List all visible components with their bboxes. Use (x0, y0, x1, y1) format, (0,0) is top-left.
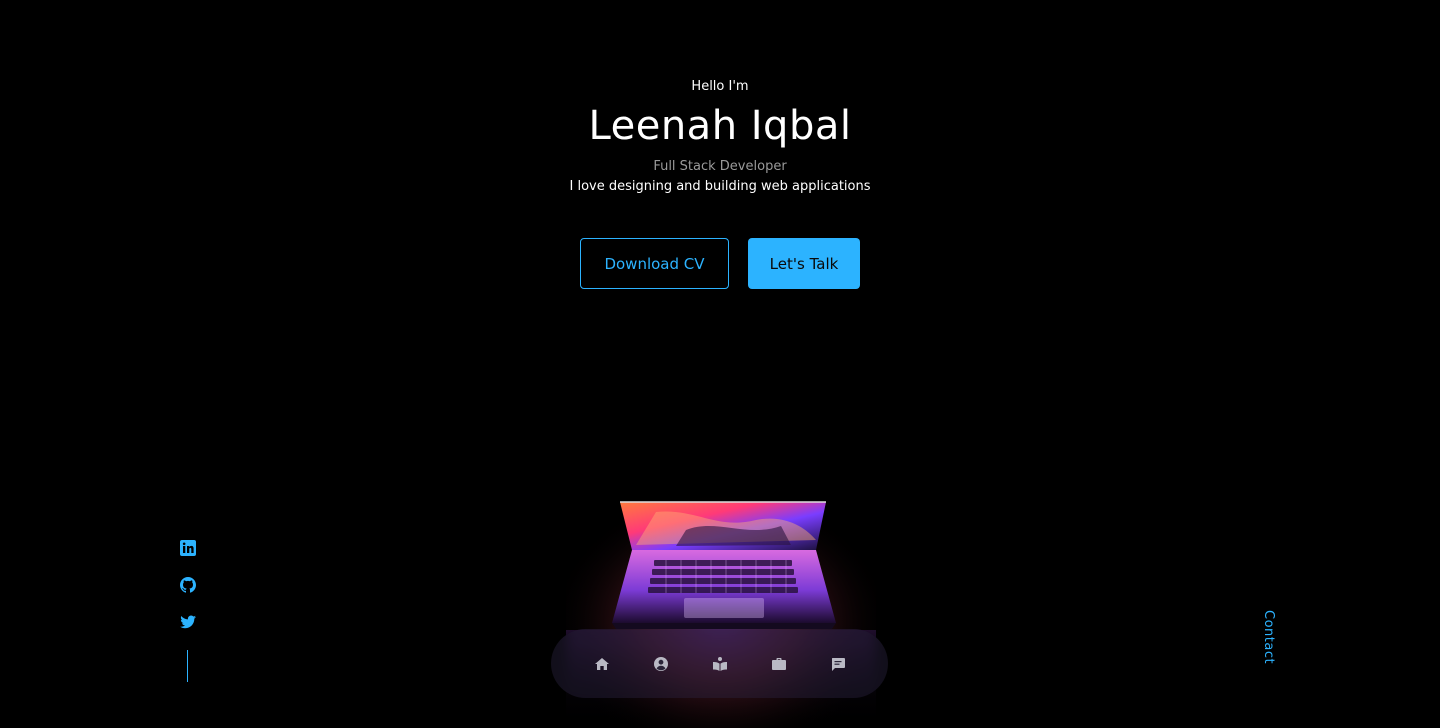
message-icon (832, 658, 845, 671)
briefcase-icon (772, 658, 786, 670)
social-divider-line (187, 650, 188, 682)
contact-link[interactable]: Contact (1261, 610, 1276, 670)
linkedin-icon[interactable] (179, 539, 197, 557)
book-icon (713, 657, 727, 671)
hero-tagline: I love designing and building web applic… (569, 179, 871, 194)
download-cv-button[interactable]: Download CV (580, 238, 729, 289)
hero-role: Full Stack Developer (653, 159, 787, 174)
nav-contact[interactable] (825, 651, 851, 677)
twitter-icon[interactable] (179, 613, 197, 631)
home-icon (595, 658, 609, 670)
greeting-text: Hello I'm (691, 79, 749, 94)
nav-home[interactable] (589, 651, 615, 677)
lets-talk-button[interactable]: Let's Talk (748, 238, 860, 289)
user-icon (654, 657, 668, 671)
portfolio-page: Hello I'm Leenah Iqbal Full Stack Develo… (0, 0, 1440, 728)
hero-name: Leenah Iqbal (588, 103, 852, 149)
github-icon[interactable] (179, 576, 197, 594)
nav-about[interactable] (648, 651, 674, 677)
bottom-nav (551, 629, 888, 698)
nav-experience[interactable] (707, 651, 733, 677)
nav-portfolio[interactable] (766, 651, 792, 677)
